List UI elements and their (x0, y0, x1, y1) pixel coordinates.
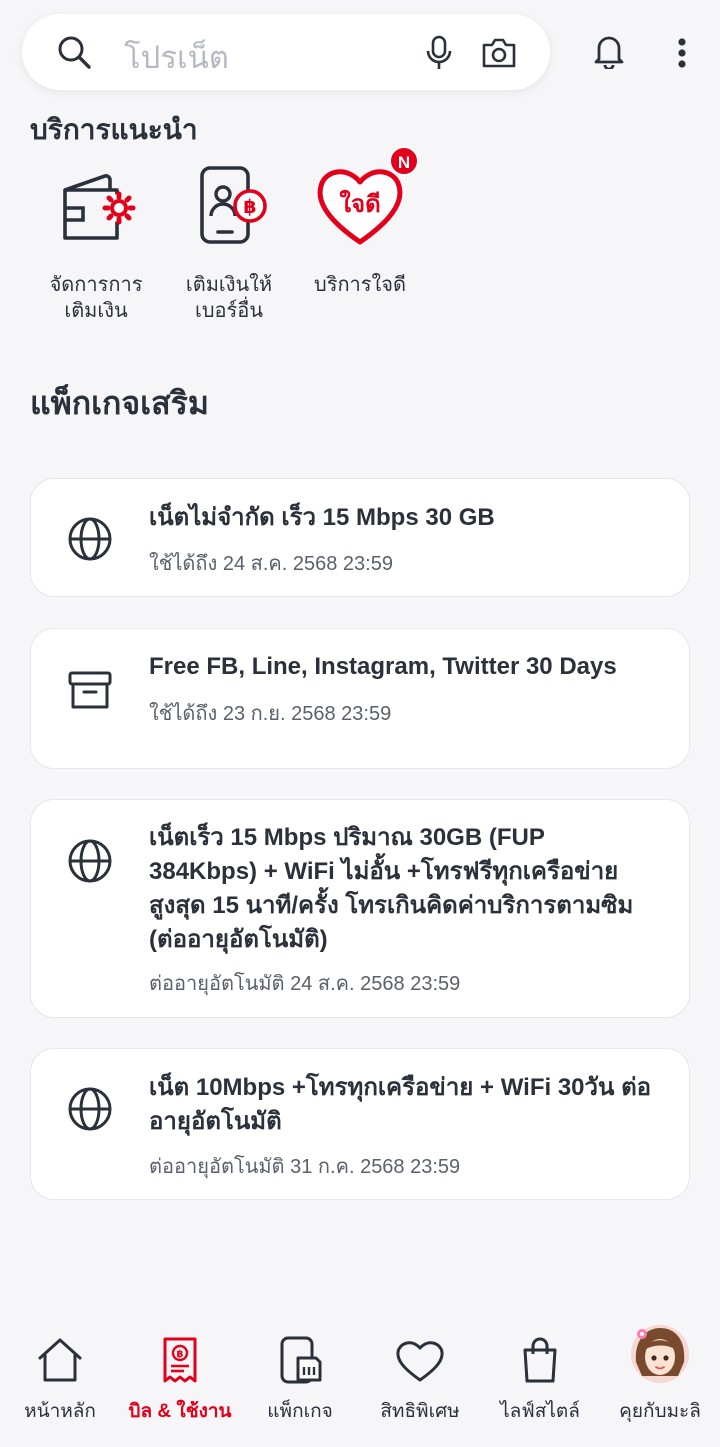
service-label: จัดการการ เติมเงิน (49, 274, 143, 322)
search-input[interactable]: โปรเน็ต (124, 32, 229, 82)
nav-chat-mali[interactable]: คุยกับมะลิ (600, 1325, 720, 1426)
package-card[interactable]: เน็ตไม่จำกัด เร็ว 15 Mbps 30 GB ใช้ได้ถึ… (30, 478, 690, 597)
package-title: เน็ต 10Mbps +โทรทุกเครือข่าย + WiFi 30วั… (149, 1074, 652, 1135)
microphone-icon[interactable] (424, 34, 454, 77)
package-title: Free FB, Line, Instagram, Twitter 30 Day… (149, 653, 617, 680)
nav-home[interactable]: หน้าหลัก (0, 1328, 120, 1426)
nav-label: ไลฟ์สไตล์ (500, 1401, 580, 1422)
nav-lifestyle[interactable]: ไลฟ์สไตล์ (480, 1328, 600, 1426)
svg-text:ใจดี: ใจดี (339, 189, 380, 218)
nav-label: หน้าหลัก (24, 1401, 96, 1422)
shopping-bag-icon (480, 1328, 600, 1384)
svg-text:฿: ฿ (243, 196, 256, 218)
heart-icon (360, 1328, 480, 1384)
bell-icon[interactable] (592, 33, 626, 74)
package-expiry: ต่ออายุอัตโนมัติ 24 ส.ค. 2568 23:59 (149, 973, 461, 995)
archive-box-icon (67, 667, 113, 718)
package-expiry: ใช้ได้ถึง 23 ก.ย. 2568 23:59 (149, 703, 392, 725)
service-label: เติมเงินให้ เบอร์อื่น (185, 274, 273, 322)
package-card[interactable]: เน็ต 10Mbps +โทรทุกเครือข่าย + WiFi 30วั… (30, 1048, 690, 1200)
package-title: เน็ตไม่จำกัด เร็ว 15 Mbps 30 GB (149, 504, 495, 531)
globe-icon (67, 516, 113, 567)
phone-baht-icon: ฿ (184, 160, 274, 250)
search-bar[interactable]: โปรเน็ต (22, 14, 550, 90)
wallet-gear-icon (51, 160, 141, 250)
package-card[interactable]: Free FB, Line, Instagram, Twitter 30 Day… (30, 628, 690, 769)
recommended-title: บริการแนะนำ (30, 114, 198, 145)
home-icon (0, 1328, 120, 1384)
addon-title: แพ็กเกจเสริม (30, 385, 209, 421)
service-label: บริการใจดี (314, 274, 406, 296)
search-icon[interactable] (56, 34, 94, 77)
nav-bill-usage[interactable]: ฿ บิล & ใช้งาน (120, 1328, 240, 1426)
new-badge: N (389, 146, 419, 176)
nav-privileges[interactable]: สิทธิพิเศษ (360, 1328, 480, 1426)
nav-label: แพ็กเกจ (267, 1401, 333, 1422)
service-topup-other-number[interactable]: ฿ เติมเงินให้ เบอร์อื่น (159, 160, 299, 324)
service-jaidee[interactable]: ใจดี N บริการใจดี (290, 146, 430, 298)
sim-phone-icon (240, 1328, 360, 1384)
package-expiry: ใช้ได้ถึง 24 ส.ค. 2568 23:59 (149, 553, 393, 575)
bottom-nav: หน้าหลัก ฿ บิล & ใช้งาน แพ็กเกจ สิทธิพิเ… (0, 1310, 720, 1447)
nav-label: คุยกับมะลิ (619, 1401, 701, 1422)
package-expiry: ต่ออายุอัตโนมัติ 31 ก.ค. 2568 23:59 (149, 1156, 461, 1178)
globe-icon (67, 1086, 113, 1137)
mali-avatar-icon (600, 1325, 720, 1384)
nav-package[interactable]: แพ็กเกจ (240, 1328, 360, 1426)
globe-icon (67, 838, 113, 889)
nav-label: บิล & ใช้งาน (128, 1401, 232, 1422)
jaidee-heart-icon: ใจดี N (315, 146, 419, 250)
svg-text:฿: ฿ (177, 1349, 184, 1360)
service-topup-management[interactable]: จัดการการ เติมเงิน (26, 160, 166, 324)
package-title: เน็ตเร็ว 15 Mbps ปริมาณ 30GB (FUP 384Kbp… (149, 824, 634, 953)
package-card[interactable]: เน็ตเร็ว 15 Mbps ปริมาณ 30GB (FUP 384Kbp… (30, 799, 690, 1018)
bill-receipt-icon: ฿ (120, 1328, 240, 1384)
camera-icon[interactable] (480, 36, 518, 75)
more-vertical-icon[interactable] (676, 38, 688, 73)
nav-label: สิทธิพิเศษ (380, 1401, 460, 1422)
